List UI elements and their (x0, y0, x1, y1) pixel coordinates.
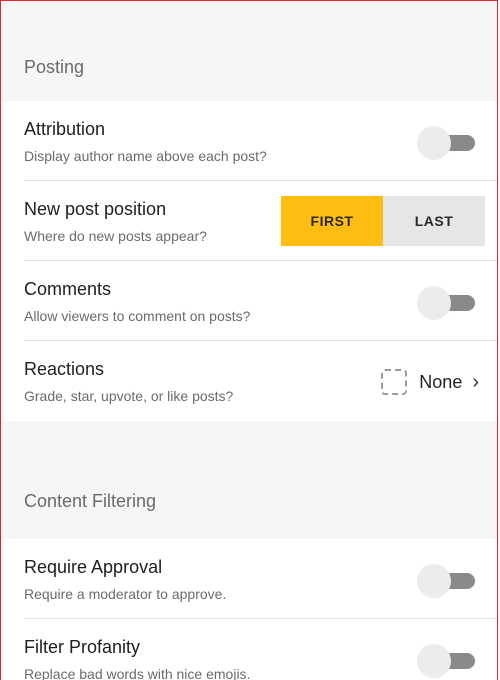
attribution-toggle[interactable] (417, 126, 477, 160)
toggle-thumb (417, 564, 451, 598)
new-post-position-subtitle: Where do new posts appear? (24, 228, 207, 244)
toggle-thumb (417, 644, 451, 678)
attribution-title: Attribution (24, 119, 106, 139)
new-post-position-row: New post position Where do new posts app… (24, 181, 497, 261)
filter-profanity-title: Filter Profanity (24, 637, 141, 657)
position-last-button[interactable]: LAST (383, 196, 485, 246)
dashed-square-icon (381, 369, 408, 395)
section-header-posting: Posting (1, 1, 497, 101)
filter-profanity-toggle[interactable] (417, 644, 477, 678)
comments-row: Comments Allow viewers to comment on pos… (24, 261, 497, 341)
settings-panel: Posting Attribution Display author name … (0, 0, 498, 680)
toggle-thumb (417, 126, 451, 160)
require-approval-row: Require Approval Require a moderator to … (24, 539, 497, 619)
reactions-value: None (419, 371, 463, 392)
section-title-content-filtering: Content Filtering (24, 491, 157, 511)
reactions-selector[interactable]: None › (381, 366, 479, 398)
comments-toggle[interactable] (417, 286, 477, 320)
chevron-right-icon: › (472, 371, 479, 393)
attribution-row: Attribution Display author name above ea… (24, 101, 497, 181)
new-post-position-title: New post position (24, 199, 167, 219)
require-approval-title: Require Approval (24, 557, 163, 577)
attribution-subtitle: Display author name above each post? (24, 148, 267, 164)
comments-subtitle: Allow viewers to comment on posts? (24, 308, 251, 324)
require-approval-toggle[interactable] (417, 564, 477, 598)
reactions-title: Reactions (24, 359, 105, 379)
reactions-row[interactable]: Reactions Grade, star, upvote, or like p… (24, 341, 497, 421)
position-first-button[interactable]: FIRST (281, 196, 383, 246)
filter-profanity-subtitle: Replace bad words with nice emojis. (24, 666, 251, 680)
section-header-content-filtering: Content Filtering (1, 421, 497, 539)
filter-profanity-row: Filter Profanity Replace bad words with … (24, 619, 497, 680)
comments-title: Comments (24, 279, 112, 299)
reactions-subtitle: Grade, star, upvote, or like posts? (24, 388, 234, 404)
section-title-posting: Posting (24, 57, 85, 77)
require-approval-subtitle: Require a moderator to approve. (24, 586, 227, 602)
position-segmented-control: FIRST LAST (281, 196, 485, 246)
toggle-thumb (417, 286, 451, 320)
